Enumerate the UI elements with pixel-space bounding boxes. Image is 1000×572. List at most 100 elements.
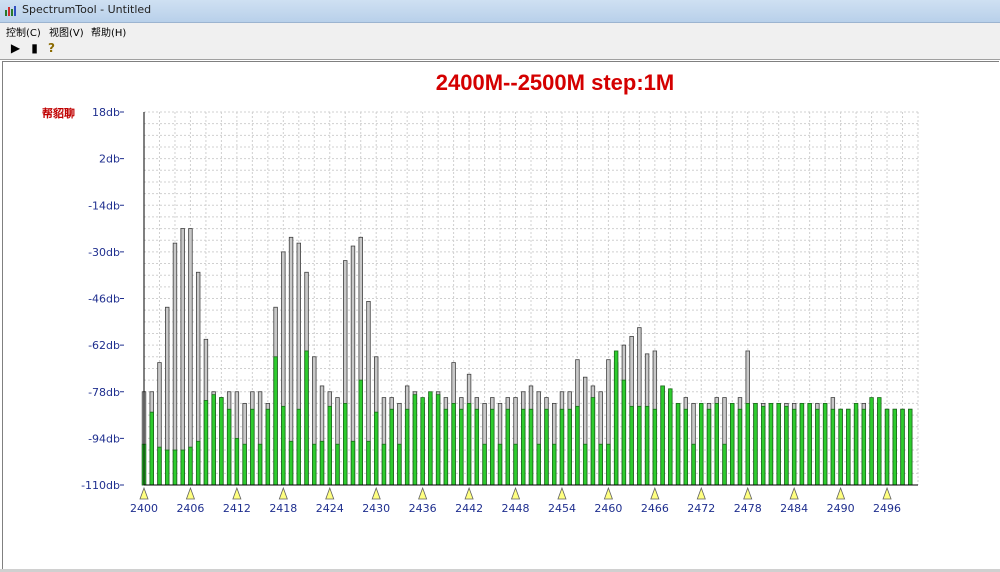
- x-tick-label: 2406: [176, 502, 204, 515]
- bar-current: [699, 403, 704, 486]
- bar-current: [490, 408, 495, 486]
- bar-current: [381, 443, 387, 486]
- x-tick-marker: [836, 486, 846, 500]
- x-tick-label: 2424: [316, 502, 344, 515]
- bar-current: [343, 403, 348, 486]
- bar-current: [784, 405, 789, 486]
- x-tick-marker: [603, 486, 613, 500]
- bar-current: [373, 411, 379, 486]
- bar-current: [288, 440, 294, 486]
- bar-current: [443, 408, 449, 486]
- bar-current: [195, 440, 201, 486]
- x-tick-marker: [510, 486, 521, 500]
- bar-current: [474, 408, 480, 486]
- x-tick-marker: [185, 486, 196, 500]
- bar-current: [606, 443, 611, 486]
- x-tick-marker: [232, 486, 242, 500]
- bar-current: [521, 408, 526, 486]
- bar-current: [350, 440, 356, 486]
- bar-peak: [172, 242, 178, 486]
- bar-current: [675, 403, 681, 486]
- bar-current: [544, 408, 549, 486]
- bar-current: [900, 408, 905, 486]
- bar-current: [513, 443, 518, 486]
- bar-current: [505, 408, 510, 486]
- bar-current: [172, 449, 178, 486]
- x-tick-label: 2478: [734, 502, 762, 515]
- bar-current: [613, 350, 619, 486]
- bar-current: [869, 397, 874, 486]
- x-tick-label: 2490: [827, 502, 855, 515]
- x-tick-marker: [325, 486, 335, 500]
- bar-current: [884, 408, 890, 486]
- x-tick-marker: [278, 486, 288, 500]
- x-tick-label: 2454: [548, 502, 576, 515]
- bar-current: [838, 408, 843, 486]
- y-tick-label: -110db: [81, 479, 120, 492]
- bar-current: [590, 397, 596, 486]
- bar-current: [552, 443, 557, 486]
- x-tick-label: 2448: [502, 502, 530, 515]
- bar-current: [211, 394, 216, 486]
- bar-current: [621, 379, 627, 486]
- y-tick-label: -78db: [88, 386, 120, 399]
- bar-current: [691, 443, 696, 486]
- x-tick-label: 2496: [873, 502, 901, 515]
- y-tick-label: -62db: [88, 339, 120, 352]
- bar-current: [861, 408, 867, 486]
- bar-current: [389, 408, 394, 486]
- bar-peak: [188, 228, 193, 486]
- x-tick-label: 2484: [780, 502, 808, 515]
- bar-current: [822, 403, 828, 486]
- x-tick-marker: [418, 486, 428, 500]
- bar-current: [327, 405, 332, 486]
- x-tick-marker: [557, 486, 567, 500]
- bar-current: [598, 443, 603, 486]
- bar-current: [188, 446, 193, 486]
- x-tick-marker: [696, 486, 706, 500]
- x-tick-label: 2400: [130, 502, 158, 515]
- bar-current: [536, 443, 541, 486]
- x-tick-label: 2436: [409, 502, 437, 515]
- bar-current: [404, 408, 410, 486]
- x-tick-label: 2412: [223, 502, 251, 515]
- bar-current: [830, 408, 836, 486]
- x-tick-marker: [882, 486, 892, 500]
- x-tick-label: 2466: [641, 502, 669, 515]
- bar-current: [304, 350, 309, 486]
- bar-current: [257, 443, 263, 486]
- bar-current: [366, 440, 371, 486]
- bar-peak: [180, 228, 185, 486]
- bar-current: [180, 449, 185, 486]
- bar-current: [459, 408, 464, 486]
- x-tick-marker: [139, 486, 149, 500]
- bar-current: [892, 408, 897, 486]
- y-tick-label: -94db: [88, 432, 120, 445]
- bar-current: [877, 397, 882, 486]
- x-tick-marker: [464, 486, 474, 500]
- bar-current: [528, 408, 534, 486]
- bar-current: [265, 408, 271, 486]
- bar-current: [575, 405, 580, 486]
- bar-current: [567, 408, 572, 486]
- bar-current: [335, 443, 340, 486]
- bar-current: [761, 405, 766, 486]
- bar-current: [420, 397, 425, 486]
- bar-current: [768, 403, 774, 486]
- bar-current: [722, 443, 727, 486]
- bar-current: [482, 443, 487, 486]
- bar-current: [807, 403, 812, 486]
- bar-current: [853, 403, 859, 486]
- bar-current: [799, 403, 805, 486]
- bar-current: [660, 385, 665, 486]
- bar-current: [629, 405, 634, 486]
- bar-current: [737, 408, 743, 486]
- bar-current: [908, 408, 913, 486]
- x-tick-label: 2442: [455, 502, 483, 515]
- bar-current: [466, 403, 472, 486]
- bar-current: [668, 388, 673, 486]
- bar-current: [397, 443, 402, 486]
- bar-current: [165, 449, 170, 486]
- bar-current: [559, 408, 565, 486]
- bar-current: [637, 405, 642, 486]
